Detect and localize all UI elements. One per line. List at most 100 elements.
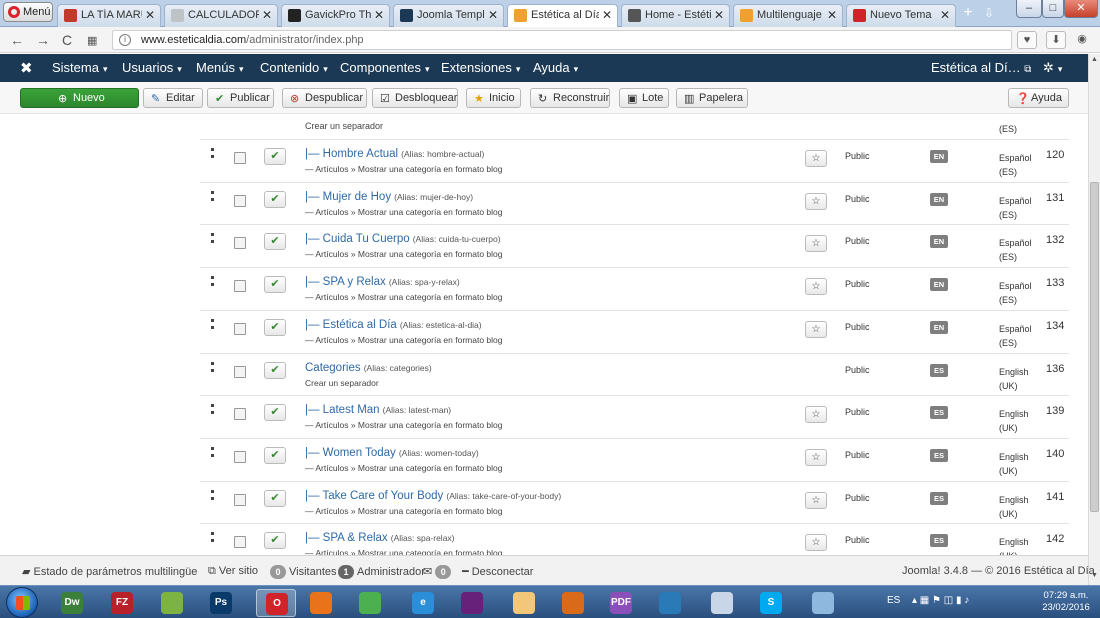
row-checkbox[interactable] <box>234 322 246 335</box>
tray-icons[interactable]: ▴ ▦ ⚑ ◫ ▮ ♪ <box>912 595 969 606</box>
drag-handle-icon[interactable] <box>211 361 214 372</box>
row-checkbox[interactable] <box>234 237 246 250</box>
nav-menu-1[interactable]: Sistema ▾ <box>52 60 108 75</box>
taskbar-pdf[interactable]: PDF <box>601 589 641 617</box>
batch-button[interactable]: ▣ Lote <box>619 88 669 108</box>
vertical-scrollbar[interactable]: ▲ ▼ <box>1088 54 1100 585</box>
drag-handle-icon[interactable] <box>211 318 214 329</box>
forward-icon[interactable]: → <box>36 32 50 48</box>
help-button[interactable]: ❓ Ayuda <box>1008 88 1069 108</box>
home-star-icon[interactable]: ☆ <box>805 320 827 338</box>
opera-menu-button[interactable]: Menú <box>3 2 53 22</box>
taskbar-ie[interactable]: e <box>403 589 443 617</box>
item-title-link[interactable]: |— SPA y Relax <box>305 276 386 288</box>
close-tab-icon[interactable]: ✕ <box>488 8 498 22</box>
row-checkbox[interactable] <box>234 152 246 164</box>
close-tab-icon[interactable]: ✕ <box>374 8 384 22</box>
browser-tab-1[interactable]: LA TÍA MARUJA✕ <box>57 4 161 27</box>
maximize-button[interactable]: □ <box>1042 0 1064 18</box>
drag-handle-icon[interactable] <box>211 489 214 500</box>
view-site-link[interactable]: ⧉ Ver sitio <box>208 565 258 578</box>
taskbar-visual-studio[interactable] <box>452 589 492 617</box>
row-checkbox[interactable] <box>234 280 246 293</box>
item-title-link[interactable]: |— Mujer de Hoy <box>305 191 391 203</box>
browser-tab-2[interactable]: CALCULADORA✕ <box>164 4 278 27</box>
publish-toggle-check-icon[interactable]: ✔ <box>264 532 286 550</box>
nav-menu-7[interactable]: Ayuda ▾ <box>533 60 578 75</box>
site-link[interactable]: Estética al Dí… ⧉ <box>931 60 1031 75</box>
drag-handle-icon[interactable] <box>211 190 214 201</box>
drag-handle-icon[interactable] <box>211 233 214 244</box>
logout-link[interactable]: ━ Desconectar <box>462 565 533 578</box>
home-star-icon[interactable]: ☆ <box>805 491 827 509</box>
taskbar-dreamweaver[interactable]: Dw <box>52 589 92 617</box>
rebuild-button[interactable]: ↻ Reconstruir <box>530 88 610 108</box>
close-tab-icon[interactable]: ✕ <box>602 8 612 22</box>
heart-icon[interactable]: ♥ <box>1017 31 1037 49</box>
multilang-status-link[interactable]: ▰ Estado de parámetros multilingüe <box>22 565 197 578</box>
trash-button[interactable]: ▥ Papelera <box>676 88 748 108</box>
home-star-icon[interactable]: ☆ <box>805 192 827 210</box>
tab-menu-icon[interactable]: ⇩ <box>984 6 994 20</box>
publish-button[interactable]: ✔ Publicar <box>207 88 274 108</box>
item-title-link[interactable]: |— SPA & Relax <box>305 532 388 544</box>
home-button[interactable]: ★ Inicio <box>466 88 521 108</box>
taskbar-notepad[interactable] <box>504 589 544 617</box>
nav-menu-4[interactable]: Contenido ▾ <box>260 60 328 75</box>
browser-tab-8[interactable]: Nuevo Tema ✕ <box>846 4 956 27</box>
row-checkbox[interactable] <box>234 493 246 506</box>
unpublish-button[interactable]: ⊗ Despublicar <box>282 88 367 108</box>
close-tab-icon[interactable]: ✕ <box>145 8 155 22</box>
nav-menu-3[interactable]: Menús ▾ <box>196 60 244 75</box>
drag-handle-icon[interactable] <box>211 148 214 158</box>
browser-tab-5[interactable]: Estética al Día -✕ <box>507 4 618 27</box>
home-star-icon[interactable]: ☆ <box>805 448 827 466</box>
row-checkbox[interactable] <box>234 450 246 463</box>
settings-menu[interactable]: ✲ ▾ <box>1043 60 1062 76</box>
start-button[interactable] <box>6 587 38 618</box>
home-star-icon[interactable]: ☆ <box>805 235 827 253</box>
joomla-logo-icon[interactable]: ✖ <box>20 59 33 77</box>
home-star-icon[interactable]: ☆ <box>805 534 827 552</box>
scroll-up-icon[interactable]: ▲ <box>1089 56 1100 68</box>
home-star-icon[interactable]: ☆ <box>805 406 827 424</box>
publish-toggle-check-icon[interactable]: ✔ <box>264 148 286 165</box>
back-icon[interactable]: ← <box>10 32 24 48</box>
row-checkbox[interactable] <box>234 194 246 207</box>
taskbar-paint[interactable] <box>803 589 843 617</box>
row-checkbox[interactable] <box>234 536 246 549</box>
item-title-link[interactable]: |— Women Today <box>305 447 396 459</box>
input-language-indicator[interactable]: ES <box>887 595 900 606</box>
nav-menu-6[interactable]: Extensiones ▾ <box>441 60 520 75</box>
publish-toggle-check-icon[interactable]: ✔ <box>264 489 286 507</box>
taskbar-photoshop[interactable]: Ps <box>201 589 241 617</box>
taskbar-opera[interactable]: O <box>256 589 296 617</box>
publish-toggle-check-icon[interactable]: ✔ <box>264 233 286 251</box>
minimize-button[interactable]: – <box>1016 0 1042 18</box>
close-tab-icon[interactable]: ✕ <box>827 8 837 22</box>
publish-toggle-check-icon[interactable]: ✔ <box>264 404 286 422</box>
publish-toggle-check-icon[interactable]: ✔ <box>264 276 286 294</box>
row-checkbox[interactable] <box>234 408 246 421</box>
taskbar-skype[interactable]: S <box>751 589 791 617</box>
close-tab-icon[interactable]: ✕ <box>940 8 950 22</box>
scrollbar-thumb[interactable] <box>1090 182 1099 512</box>
item-title-link[interactable]: |— Latest Man <box>305 404 380 416</box>
home-star-icon[interactable]: ☆ <box>805 150 827 167</box>
drag-handle-icon[interactable] <box>211 404 214 415</box>
download-icon[interactable]: ⬇ <box>1046 31 1066 49</box>
taskbar-firefox[interactable] <box>301 589 341 617</box>
speed-dial-icon[interactable]: ▦ <box>87 34 97 47</box>
item-title-link[interactable]: |— Estética al Día <box>305 319 397 331</box>
new-button[interactable]: ⊕ Nuevo <box>20 88 139 108</box>
drag-handle-icon[interactable] <box>211 276 214 287</box>
taskbar-app14[interactable] <box>702 589 742 617</box>
browser-tab-3[interactable]: GavickPro Them✕ <box>281 4 390 27</box>
taskbar-filezilla[interactable]: FZ <box>102 589 142 617</box>
close-window-button[interactable]: ✕ <box>1064 0 1098 18</box>
publish-toggle-check-icon[interactable]: ✔ <box>264 446 286 464</box>
publish-toggle-check-icon[interactable]: ✔ <box>264 361 286 379</box>
nav-menu-2[interactable]: Usuarios ▾ <box>122 60 182 75</box>
taskbar-chrome[interactable] <box>350 589 390 617</box>
item-title-link[interactable]: |— Cuida Tu Cuerpo <box>305 233 410 245</box>
